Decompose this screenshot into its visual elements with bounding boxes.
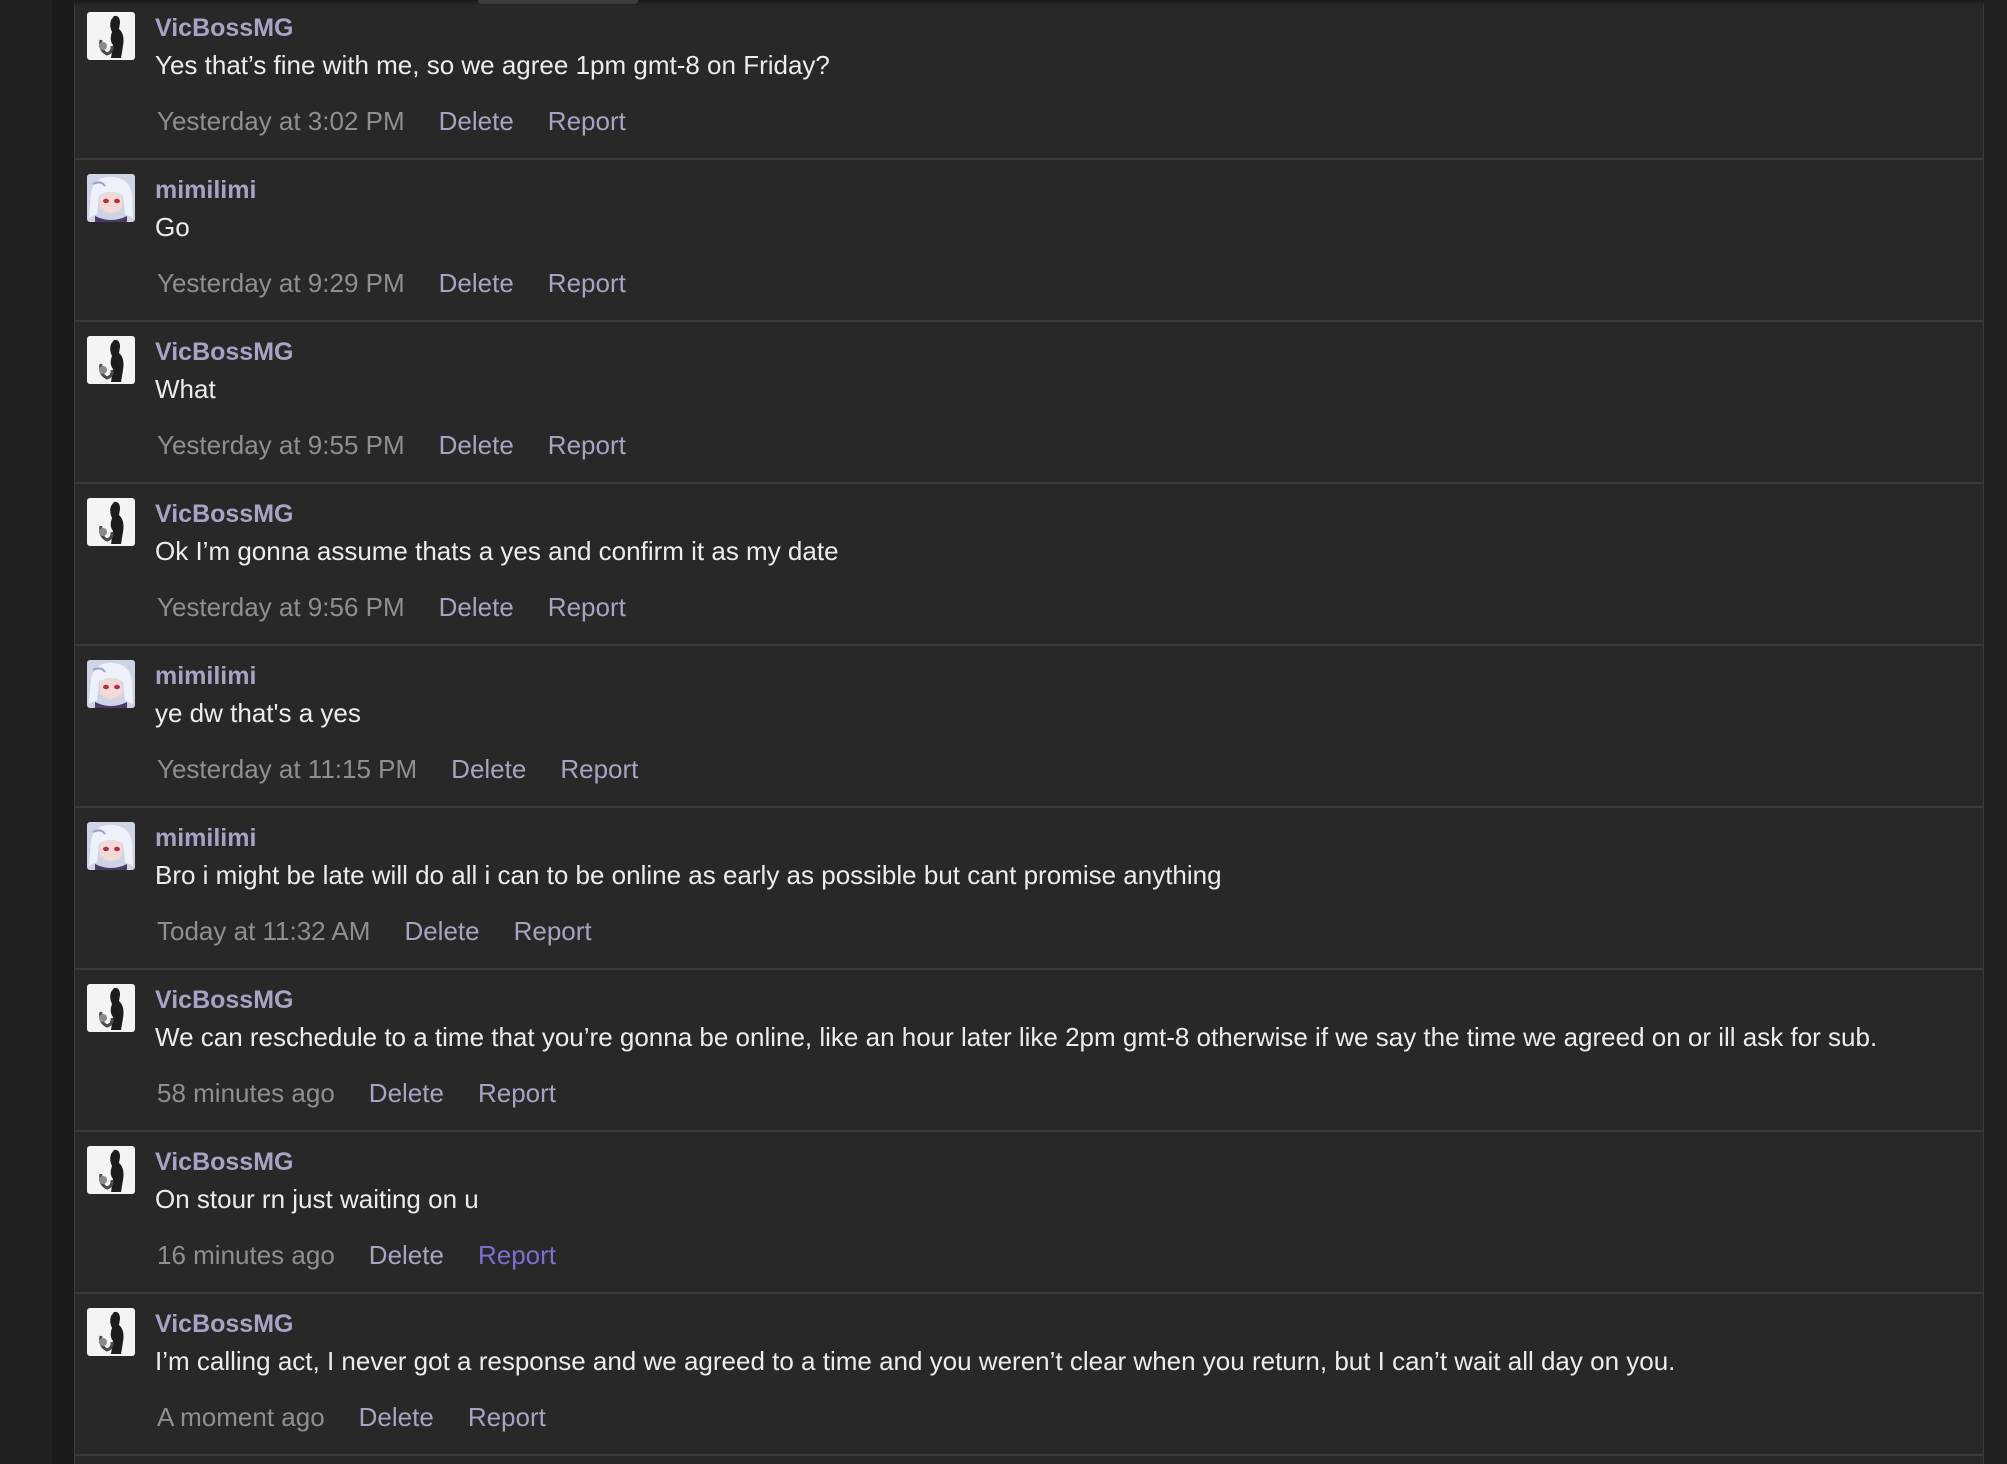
vicbossmg-avatar[interactable] bbox=[87, 984, 135, 1032]
delete-button[interactable]: Delete bbox=[439, 430, 514, 461]
report-button[interactable]: Report bbox=[514, 916, 592, 947]
message-author[interactable]: VicBossMG bbox=[155, 1310, 293, 1339]
message-item: VicBossMG On stour rn just waiting on u … bbox=[75, 1134, 1983, 1294]
message-text: Go bbox=[155, 212, 190, 242]
delete-button[interactable]: Delete bbox=[359, 1402, 434, 1433]
message-meta: A moment ago Delete Report bbox=[157, 1402, 580, 1433]
message-item: VicBossMG I’m calling act, I never got a… bbox=[75, 1296, 1983, 1456]
message-timestamp[interactable]: Yesterday at 9:29 PM bbox=[157, 268, 405, 299]
delete-button[interactable]: Delete bbox=[369, 1078, 444, 1109]
message-author[interactable]: VicBossMG bbox=[155, 14, 293, 43]
message-item: VicBossMG Ok I’m gonna assume thats a ye… bbox=[75, 486, 1983, 646]
mimilimi-avatar[interactable] bbox=[87, 822, 135, 870]
vicbossmg-avatar[interactable] bbox=[87, 1146, 135, 1194]
message-author[interactable]: mimilimi bbox=[155, 824, 256, 853]
delete-button[interactable]: Delete bbox=[439, 592, 514, 623]
message-timestamp[interactable]: Yesterday at 11:15 PM bbox=[157, 754, 417, 785]
top-scroll-tab[interactable] bbox=[478, 0, 638, 4]
report-button[interactable]: Report bbox=[560, 754, 638, 785]
report-button[interactable]: Report bbox=[548, 268, 626, 299]
conversation-thread: VicBossMG Yes that’s fine with me, so we… bbox=[74, 0, 1984, 1464]
delete-button[interactable]: Delete bbox=[439, 106, 514, 137]
message-meta: Today at 11:32 AM Delete Report bbox=[157, 916, 626, 947]
vicbossmg-avatar[interactable] bbox=[87, 336, 135, 384]
message-text: Bro i might be late will do all i can to… bbox=[155, 860, 1222, 890]
message-timestamp[interactable]: Today at 11:32 AM bbox=[157, 916, 370, 947]
message-author[interactable]: VicBossMG bbox=[155, 500, 293, 529]
mimilimi-avatar[interactable] bbox=[87, 174, 135, 222]
message-item: mimilimi Go Yesterday at 9:29 PM Delete … bbox=[75, 162, 1983, 322]
delete-button[interactable]: Delete bbox=[451, 754, 526, 785]
message-author[interactable]: VicBossMG bbox=[155, 338, 293, 367]
message-item: VicBossMG We can reschedule to a time th… bbox=[75, 972, 1983, 1132]
report-button[interactable]: Report bbox=[478, 1240, 556, 1271]
message-meta: Yesterday at 9:29 PM Delete Report bbox=[157, 268, 660, 299]
message-text: We can reschedule to a time that you’re … bbox=[155, 1022, 1878, 1052]
message-meta: Yesterday at 3:02 PM Delete Report bbox=[157, 106, 660, 137]
message-timestamp[interactable]: Yesterday at 9:56 PM bbox=[157, 592, 405, 623]
message-timestamp[interactable]: Yesterday at 3:02 PM bbox=[157, 106, 405, 137]
message-timestamp[interactable]: 16 minutes ago bbox=[157, 1240, 335, 1271]
message-meta: 16 minutes ago Delete Report bbox=[157, 1240, 590, 1271]
right-gutter bbox=[1984, 0, 2007, 1464]
message-author[interactable]: mimilimi bbox=[155, 176, 256, 205]
mimilimi-avatar[interactable] bbox=[87, 660, 135, 708]
message-item: VicBossMG What Yesterday at 9:55 PM Dele… bbox=[75, 324, 1983, 484]
delete-button[interactable]: Delete bbox=[369, 1240, 444, 1271]
message-item: VicBossMG Yes that’s fine with me, so we… bbox=[75, 0, 1983, 160]
vicbossmg-avatar[interactable] bbox=[87, 1308, 135, 1356]
message-meta: Yesterday at 9:56 PM Delete Report bbox=[157, 592, 660, 623]
left-gutter bbox=[0, 0, 52, 1464]
message-meta: Yesterday at 9:55 PM Delete Report bbox=[157, 430, 660, 461]
message-text: Ok I’m gonna assume thats a yes and conf… bbox=[155, 536, 839, 566]
delete-button[interactable]: Delete bbox=[404, 916, 479, 947]
message-meta: Yesterday at 11:15 PM Delete Report bbox=[157, 754, 672, 785]
message-item: mimilimi ye dw that's a yes Yesterday at… bbox=[75, 648, 1983, 808]
vicbossmg-avatar[interactable] bbox=[87, 498, 135, 546]
message-timestamp[interactable]: Yesterday at 9:55 PM bbox=[157, 430, 405, 461]
report-button[interactable]: Report bbox=[468, 1402, 546, 1433]
report-button[interactable]: Report bbox=[548, 106, 626, 137]
message-item: mimilimi Bro i might be late will do all… bbox=[75, 810, 1983, 970]
message-text: I’m calling act, I never got a response … bbox=[155, 1346, 1676, 1376]
message-author[interactable]: VicBossMG bbox=[155, 1148, 293, 1177]
message-meta: 58 minutes ago Delete Report bbox=[157, 1078, 590, 1109]
delete-button[interactable]: Delete bbox=[439, 268, 514, 299]
message-timestamp[interactable]: A moment ago bbox=[157, 1402, 325, 1433]
page: VicBossMG Yes that’s fine with me, so we… bbox=[0, 0, 2007, 1464]
message-author[interactable]: mimilimi bbox=[155, 662, 256, 691]
left-rail bbox=[52, 0, 74, 1464]
report-button[interactable]: Report bbox=[478, 1078, 556, 1109]
message-text: ye dw that's a yes bbox=[155, 698, 361, 728]
top-shadow bbox=[74, 0, 1984, 6]
message-author[interactable]: VicBossMG bbox=[155, 986, 293, 1015]
report-button[interactable]: Report bbox=[548, 430, 626, 461]
message-text: Yes that’s fine with me, so we agree 1pm… bbox=[155, 50, 830, 80]
message-text: On stour rn just waiting on u bbox=[155, 1184, 479, 1214]
report-button[interactable]: Report bbox=[548, 592, 626, 623]
vicbossmg-avatar[interactable] bbox=[87, 12, 135, 60]
message-timestamp[interactable]: 58 minutes ago bbox=[157, 1078, 335, 1109]
message-text: What bbox=[155, 374, 216, 404]
